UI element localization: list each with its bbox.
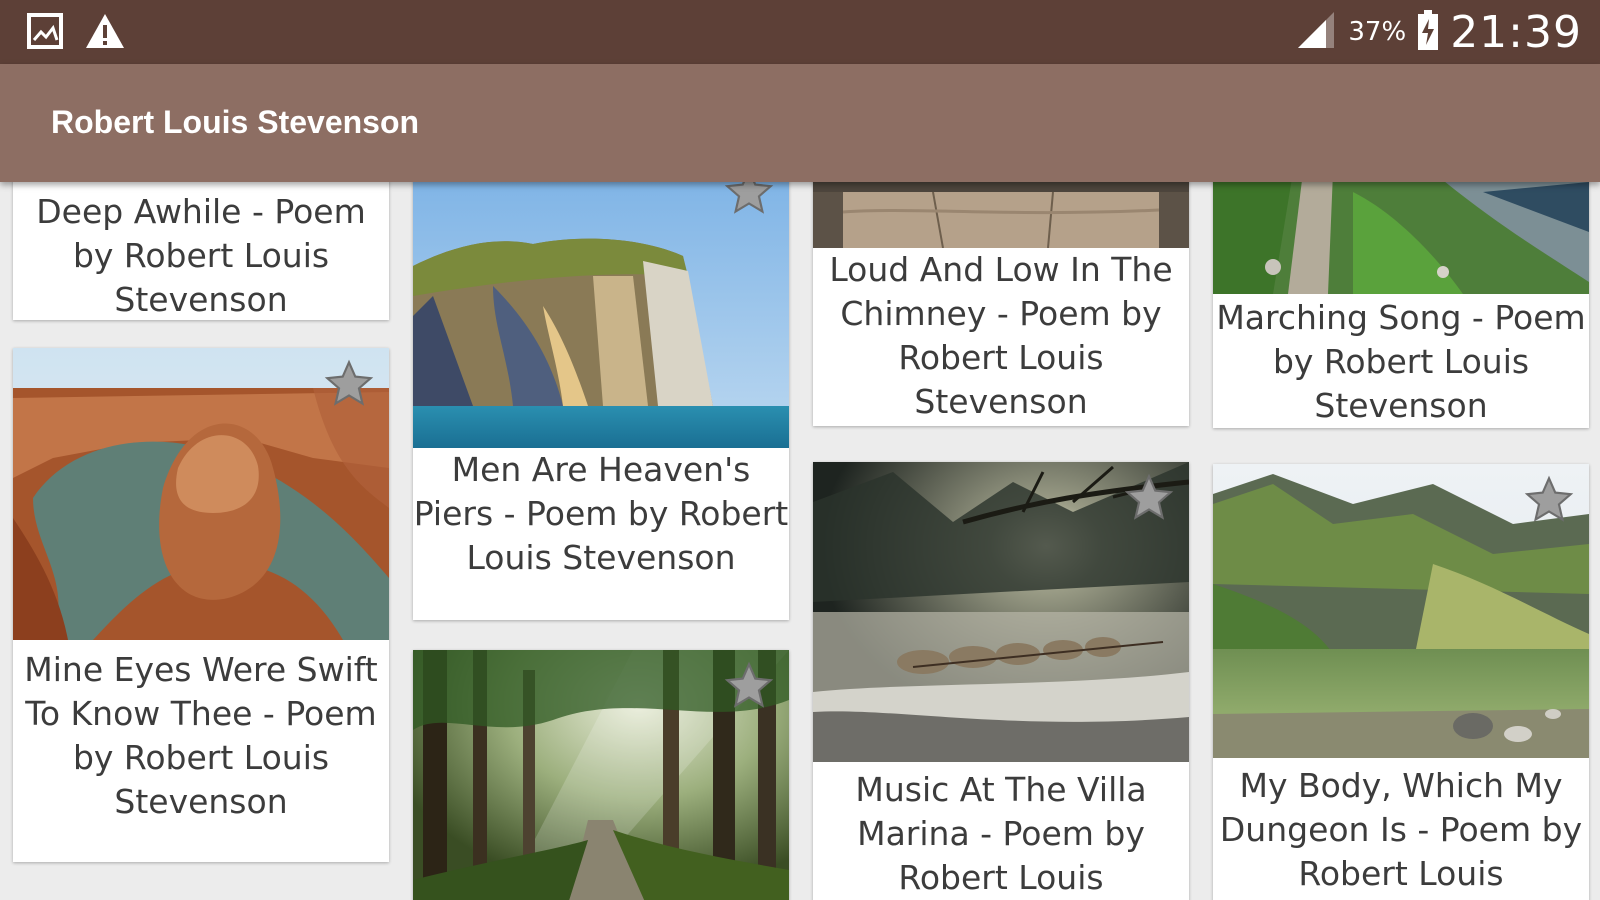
clock: 21:39 [1450, 6, 1582, 58]
battery-percent: 37% [1348, 17, 1407, 47]
favorite-star-icon[interactable] [1523, 474, 1575, 526]
favorite-star-icon[interactable] [723, 182, 775, 218]
poem-title: Marching Song - Poem by Robert Louis Ste… [1216, 298, 1586, 425]
poem-card[interactable] [413, 650, 789, 900]
app-bar: Robert Louis Stevenson [0, 64, 1600, 182]
poem-title: Mine Eyes Were Swift To Know Thee - Poem… [24, 650, 378, 821]
poem-image-table [813, 182, 1189, 248]
poem-card[interactable]: Deep Awhile - Poem by Robert Louis Steve… [13, 182, 389, 320]
poem-grid[interactable]: Deep Awhile - Poem by Robert Louis Steve… [0, 182, 1600, 900]
gallery-notification-icon [26, 12, 64, 55]
notification-icons [26, 12, 126, 55]
favorite-star-icon[interactable] [1123, 472, 1175, 524]
poem-title: Loud And Low In The Chimney - Poem by Ro… [829, 250, 1173, 421]
poem-image-mountain-trail [1213, 182, 1589, 294]
poem-card[interactable]: Men Are Heaven's Piers - Poem by Robert … [413, 182, 789, 620]
poem-title: Music At The Villa Marina - Poem by Robe… [855, 770, 1147, 897]
system-indicators: 37% 21:39 [1294, 0, 1582, 64]
poem-title: Men Are Heaven's Piers - Poem by Robert … [413, 450, 789, 577]
poem-title: My Body, Which My Dungeon Is - Poem by R… [1219, 766, 1583, 900]
status-bar: 37% 21:39 [0, 0, 1600, 64]
poem-title: Deep Awhile - Poem by Robert Louis Steve… [36, 192, 366, 319]
poem-card[interactable]: Mine Eyes Were Swift To Know Thee - Poem… [13, 348, 389, 862]
warning-icon [84, 12, 126, 55]
favorite-star-icon[interactable] [723, 660, 775, 712]
poem-image-cliff [413, 182, 789, 448]
poem-card[interactable]: Loud And Low In The Chimney - Poem by Ro… [813, 182, 1189, 426]
page-title: Robert Louis Stevenson [51, 104, 420, 140]
battery-charging-icon [1416, 9, 1440, 56]
poem-card[interactable]: Music At The Villa Marina - Poem by Robe… [813, 462, 1189, 900]
favorite-star-icon[interactable] [323, 358, 375, 410]
poem-card[interactable]: My Body, Which My Dungeon Is - Poem by R… [1213, 464, 1589, 900]
signal-icon [1294, 10, 1338, 55]
poem-card[interactable]: Marching Song - Poem by Robert Louis Ste… [1213, 182, 1589, 428]
